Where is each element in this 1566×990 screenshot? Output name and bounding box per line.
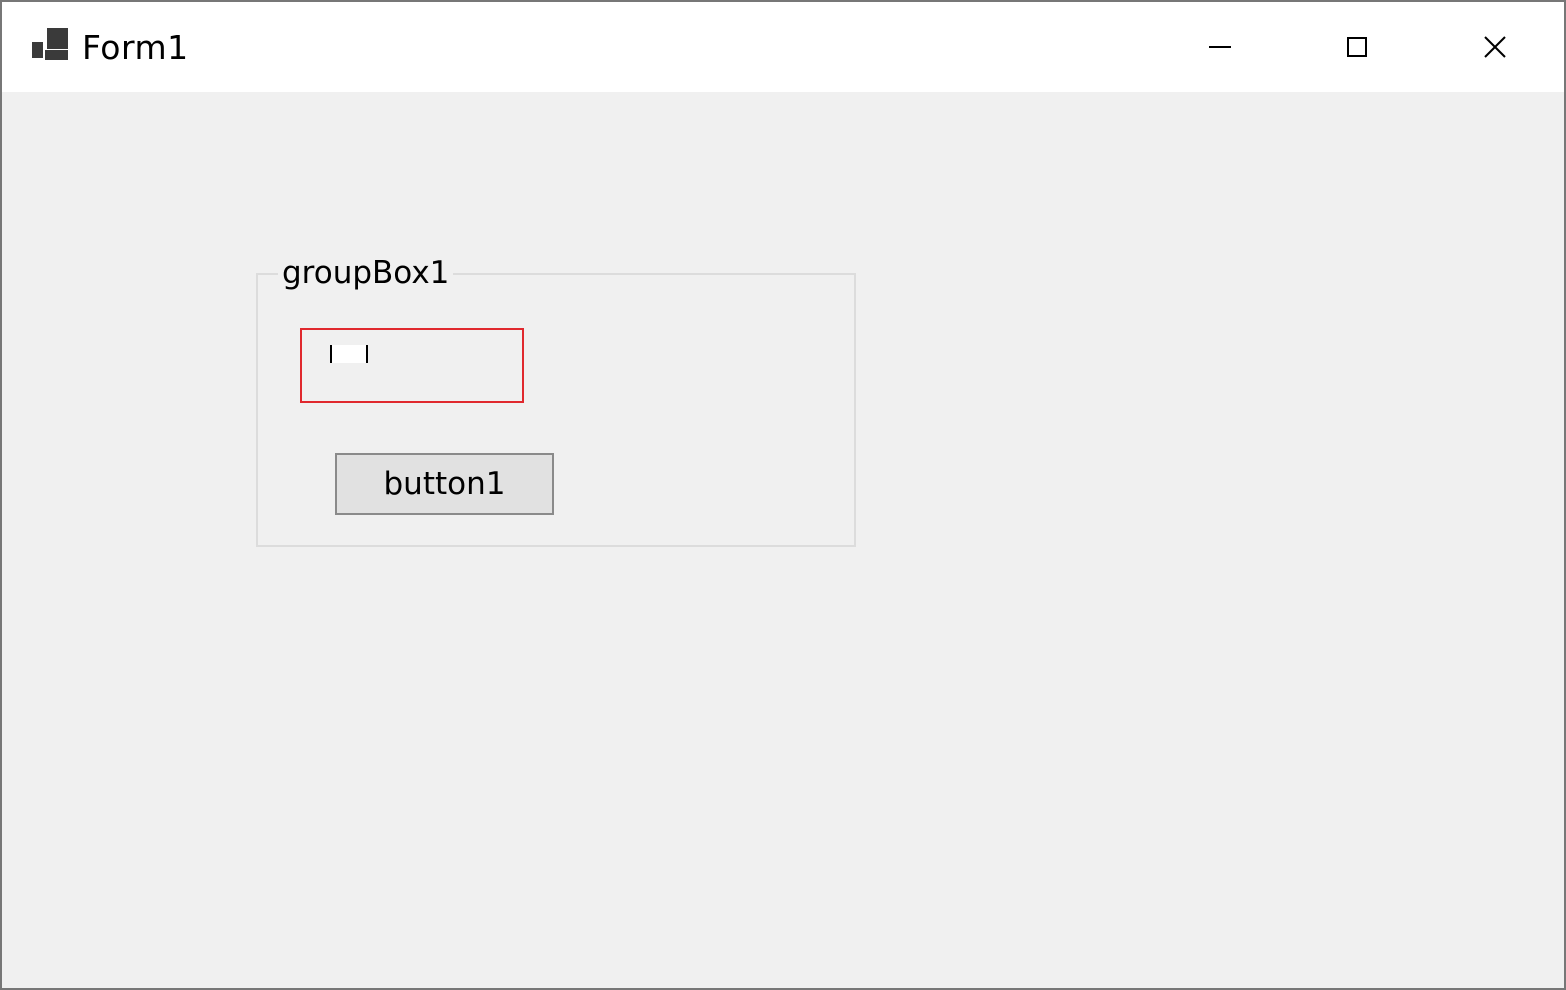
text-caret-left [330,345,332,363]
form1-window: Form1 groupBox1 button1 [0,0,1566,990]
maximize-icon [1346,36,1368,58]
close-button[interactable] [1426,2,1563,92]
minimize-icon [1208,36,1231,58]
text-caret-right [366,345,368,363]
windows-forms-app-icon[interactable] [32,28,70,62]
group-box: groupBox1 button1 [256,253,856,547]
window-title: Form1 [82,28,189,67]
maximize-button[interactable] [1288,2,1425,92]
text-input[interactable] [300,328,524,403]
button1[interactable]: button1 [335,453,554,515]
minimize-button[interactable] [1151,2,1288,92]
group-box-label: groupBox1 [278,253,454,293]
form-client-area: groupBox1 button1 [2,92,1564,988]
title-bar[interactable]: Form1 [2,2,1564,92]
text-cursor [330,345,368,363]
close-icon [1483,36,1506,58]
